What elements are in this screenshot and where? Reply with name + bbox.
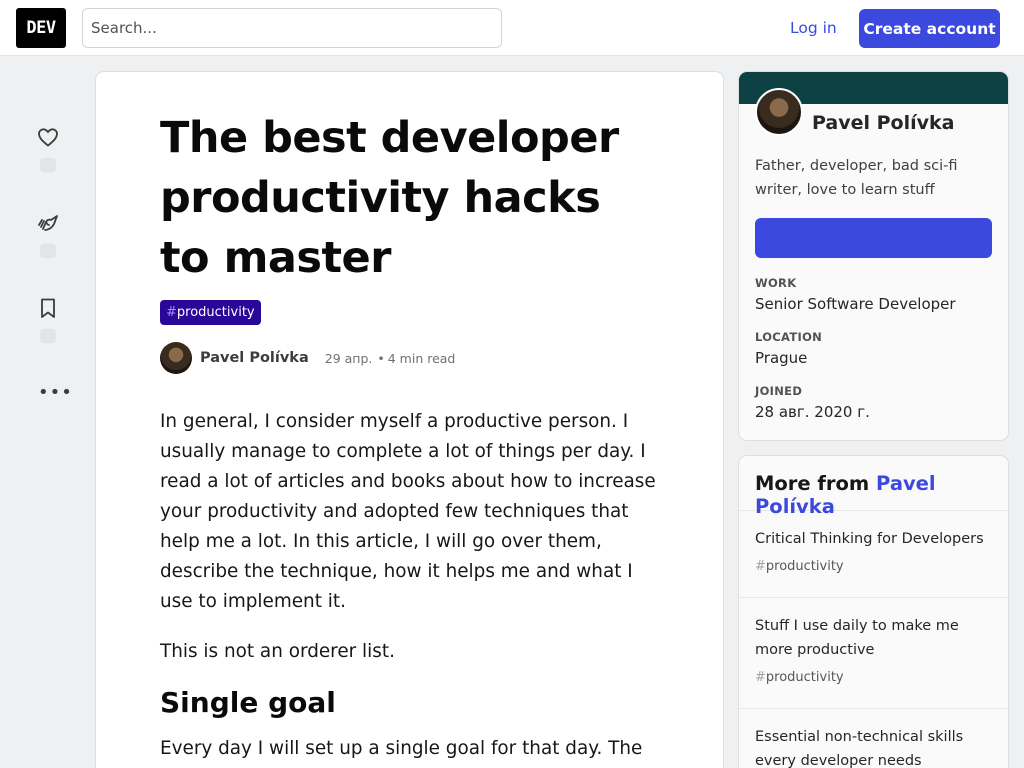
ellipsis-icon[interactable]: ••• — [38, 384, 73, 402]
more-from-prefix: More from — [755, 472, 870, 495]
more-from-card: More from Pavel Polívka Critical Thinkin… — [739, 456, 1008, 768]
list-item[interactable]: Stuff I use daily to make me more produc… — [739, 598, 1008, 709]
list-item-tag[interactable]: #productivity — [755, 670, 844, 685]
bookmark-icon — [41, 298, 55, 318]
tag-hash: # — [755, 670, 766, 685]
unicorn-icon — [38, 215, 58, 231]
more-from-heading: More from Pavel Polívka — [739, 456, 1008, 518]
search-input[interactable] — [82, 8, 502, 48]
list-item-title: Essential non-technical skills every dev… — [755, 729, 964, 768]
list-item-title: Stuff I use daily to make me more produc… — [755, 618, 959, 658]
login-link[interactable]: Log in — [776, 9, 851, 47]
heart-icon — [38, 128, 58, 147]
list-item[interactable]: Essential non-technical skills every dev… — [739, 709, 1008, 768]
post-date: 29 апр. — [324, 350, 373, 366]
list-item-tag[interactable]: #productivity — [755, 559, 844, 574]
article-author-row: Pavel Polívka 29 апр. • 4 min read — [160, 342, 455, 374]
section-heading: Single goal — [160, 686, 336, 719]
dev-logo[interactable]: DEV — [16, 8, 66, 48]
article-paragraph: This is not an orderer list. — [160, 641, 395, 662]
author-avatar[interactable] — [160, 342, 192, 374]
article-paragraph: In general, I consider myself a producti… — [160, 411, 656, 612]
article-tag[interactable]: # productivity — [160, 300, 261, 325]
list-item-title: Critical Thinking for Developers — [755, 531, 984, 547]
unicorn-count-placeholder — [40, 244, 56, 258]
joined-label: JOINED — [755, 384, 803, 398]
meta-separator: • — [377, 350, 385, 366]
location-value: Prague — [755, 349, 808, 367]
tag-label: productivity — [765, 559, 844, 574]
tag-hash: # — [755, 559, 766, 574]
location-label: LOCATION — [755, 330, 823, 344]
article-card: The best developer productivity hacks to… — [96, 72, 723, 768]
author-card-avatar[interactable] — [755, 88, 803, 136]
author-card-name[interactable]: Pavel Polívka — [812, 112, 954, 134]
heart-count-placeholder — [40, 158, 56, 172]
bookmark-count-placeholder — [40, 329, 56, 343]
reaction-unicorn[interactable] — [34, 211, 62, 258]
create-account-button[interactable]: Create account — [859, 9, 1000, 48]
reaction-heart[interactable] — [34, 125, 62, 172]
work-label: WORK — [755, 276, 797, 290]
joined-value: 28 авг. 2020 г. — [755, 403, 870, 421]
author-name[interactable]: Pavel Polívka — [200, 350, 309, 366]
article-title: The best developer productivity hacks to… — [160, 113, 619, 283]
list-item[interactable]: Critical Thinking for Developers #produc… — [739, 511, 1008, 598]
tag-label: productivity — [765, 670, 844, 685]
read-time: 4 min read — [387, 350, 456, 366]
work-value: Senior Software Developer — [755, 295, 956, 313]
article-paragraph: Every day I will set up a single goal fo… — [160, 738, 643, 759]
tag-label: productivity — [176, 305, 255, 320]
top-header: DEV Log in Create account — [0, 0, 1024, 56]
follow-button[interactable] — [755, 218, 992, 258]
author-bio: Father, developer, bad sci-fi writer, lo… — [755, 158, 958, 198]
author-card: Pavel Polívka Father, developer, bad sci… — [739, 72, 1008, 440]
reaction-bookmark[interactable] — [34, 296, 62, 343]
tag-hash: # — [166, 305, 177, 320]
